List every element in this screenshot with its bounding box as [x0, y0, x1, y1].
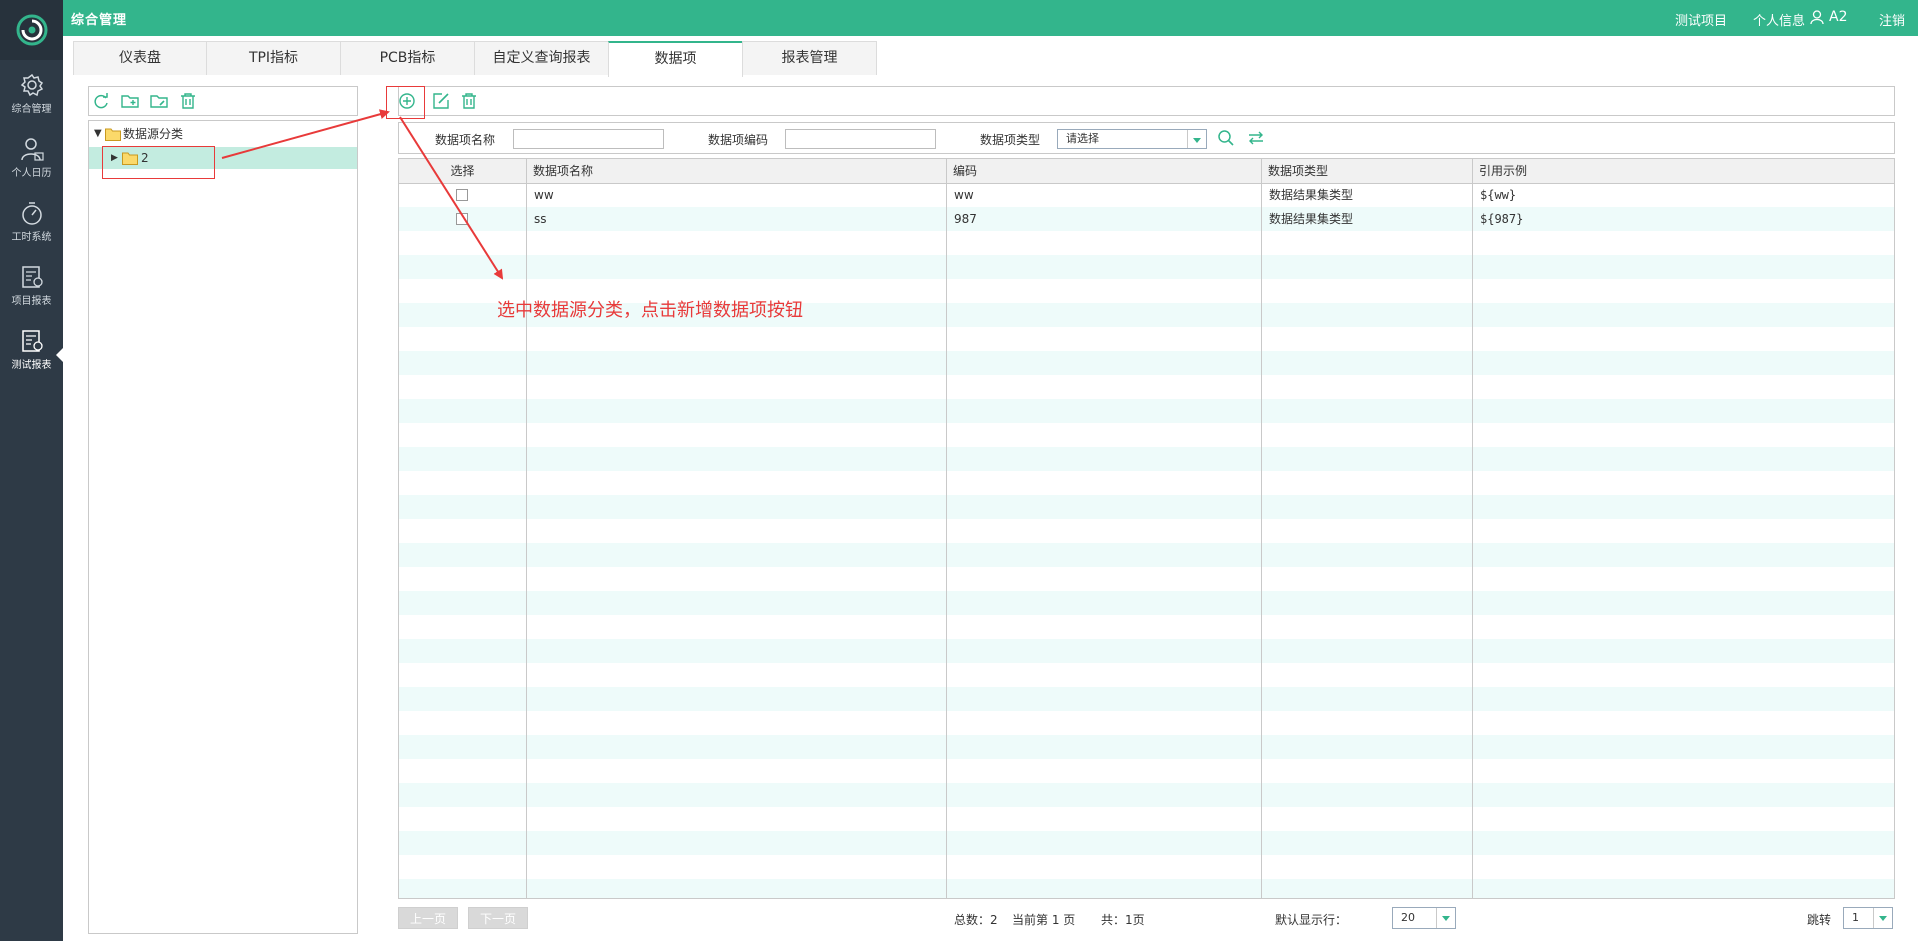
chevron-down-icon — [1436, 908, 1455, 928]
chevron-down-icon — [1873, 908, 1892, 928]
jump-page-select[interactable]: 1 — [1843, 907, 1893, 929]
annotation-instruction-text: 选中数据源分类，点击新增数据项按钮 — [497, 300, 803, 321]
page-size-label: 默认显示行： — [1275, 913, 1348, 927]
arrow-to-add-button — [221, 109, 390, 159]
jump-page-value: 1 — [1852, 911, 1859, 924]
arrow-to-instruction — [399, 116, 504, 280]
prev-page-button[interactable]: 上一页 — [398, 907, 458, 929]
page-size-select[interactable]: 20 — [1392, 907, 1456, 929]
next-page-button[interactable]: 下一页 — [468, 907, 528, 929]
page-count: 共：1页 — [1101, 913, 1145, 927]
annotation-arrows — [221, 109, 504, 280]
total-count: 总数：2 — [954, 913, 998, 927]
current-page: 当前第 1 页 — [1012, 913, 1076, 927]
jump-label: 跳转 — [1807, 913, 1832, 927]
page-size-value: 20 — [1401, 911, 1415, 924]
